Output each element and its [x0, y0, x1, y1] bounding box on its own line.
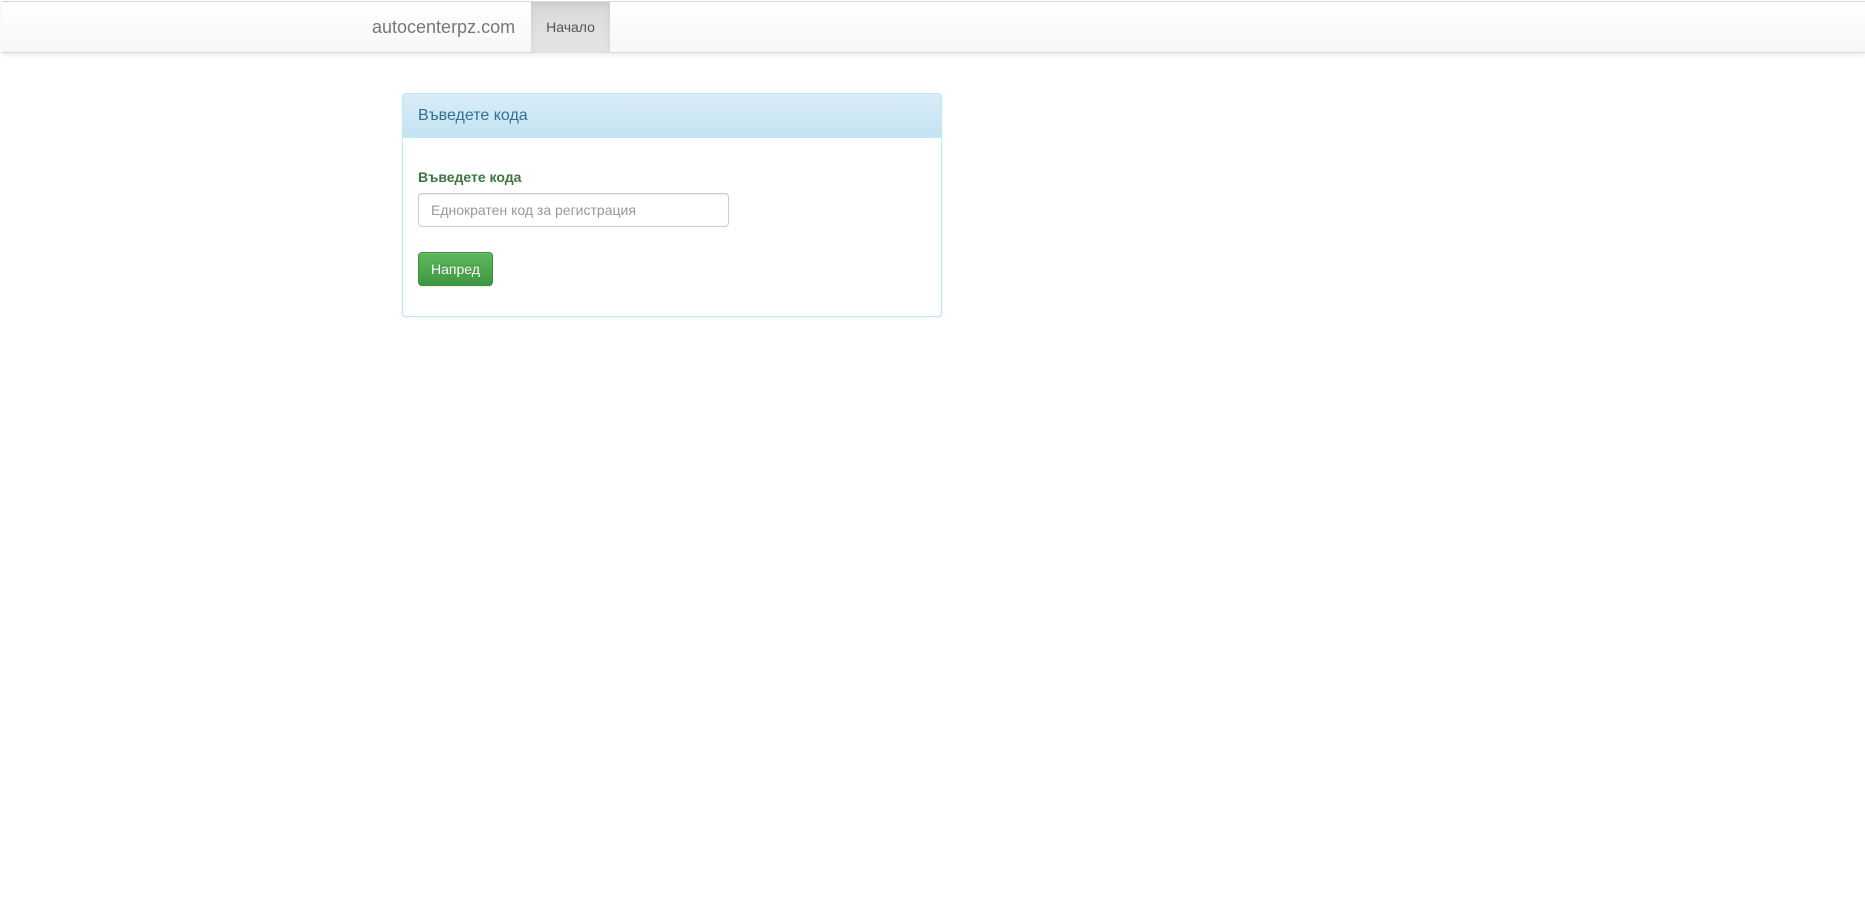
- panel-title: Въведете кода: [403, 94, 941, 138]
- brand-link[interactable]: autocenterpz.com: [372, 2, 515, 53]
- code-input[interactable]: [418, 193, 729, 227]
- code-panel: Въведете кода Въведете кода Напред: [402, 93, 942, 317]
- top-navbar: autocenterpz.com Начало: [2, 1, 1865, 53]
- next-button[interactable]: Напред: [418, 252, 493, 286]
- code-field-label: Въведете кода: [418, 169, 522, 185]
- nav-tab-home[interactable]: Начало: [531, 2, 610, 53]
